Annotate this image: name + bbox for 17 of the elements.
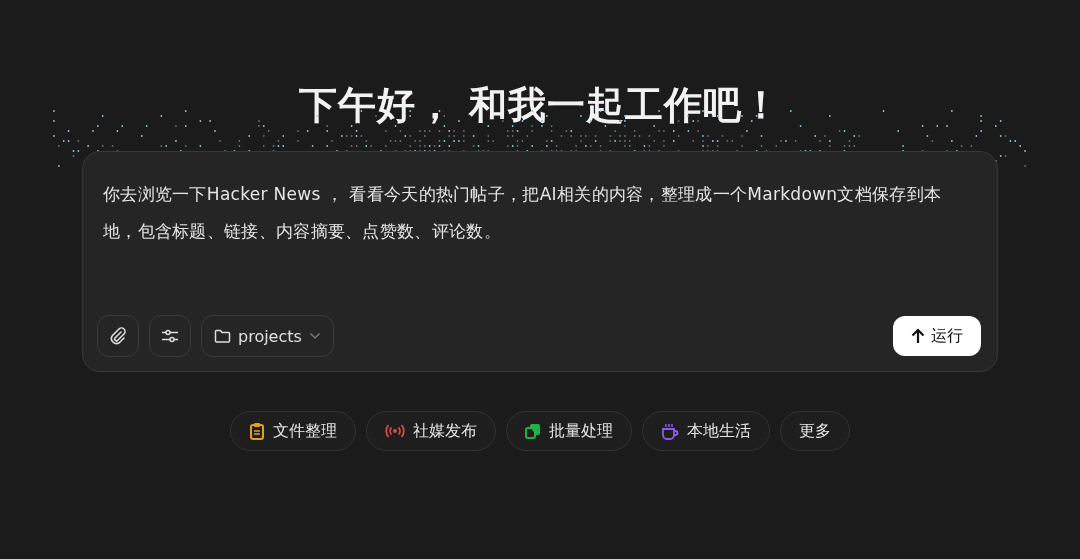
greeting-heading: 下午好， 和我一起工作吧！ [298, 82, 782, 129]
arrow-up-icon [911, 328, 925, 344]
settings-button[interactable] [149, 315, 191, 357]
suggestion-chip[interactable]: 社媒发布 [366, 411, 496, 451]
prompt-input[interactable]: 你去浏览一下Hacker News ， 看看今天的热门帖子，把AI相关的内容，整理成一个Markdown文档保存到本地，包含标题、链接、内容摘要、点赞数、评论数。 projects 运行 [82, 151, 998, 372]
sliders-icon [161, 329, 179, 343]
folder-icon [214, 329, 231, 343]
run-button[interactable]: 运行 [893, 316, 981, 356]
suggestion-chip[interactable]: 更多 [780, 411, 850, 451]
suggestion-chip[interactable]: 批量处理 [506, 411, 632, 451]
chevron-down-icon [308, 332, 321, 340]
paperclip-icon [109, 327, 127, 345]
suggestion-chip[interactable]: 文件整理 [230, 411, 356, 451]
attach-button[interactable] [97, 315, 139, 357]
prompt-text: 你去浏览一下Hacker News ， 看看今天的热门帖子，把AI相关的内容，整理成一个Markdown文档保存到本地，包含标题、链接、内容摘要、点赞数、评论数。 [103, 183, 943, 243]
folder-dropdown[interactable]: projects [201, 315, 334, 357]
suggestion-chip[interactable]: 本地生活 [642, 411, 770, 451]
